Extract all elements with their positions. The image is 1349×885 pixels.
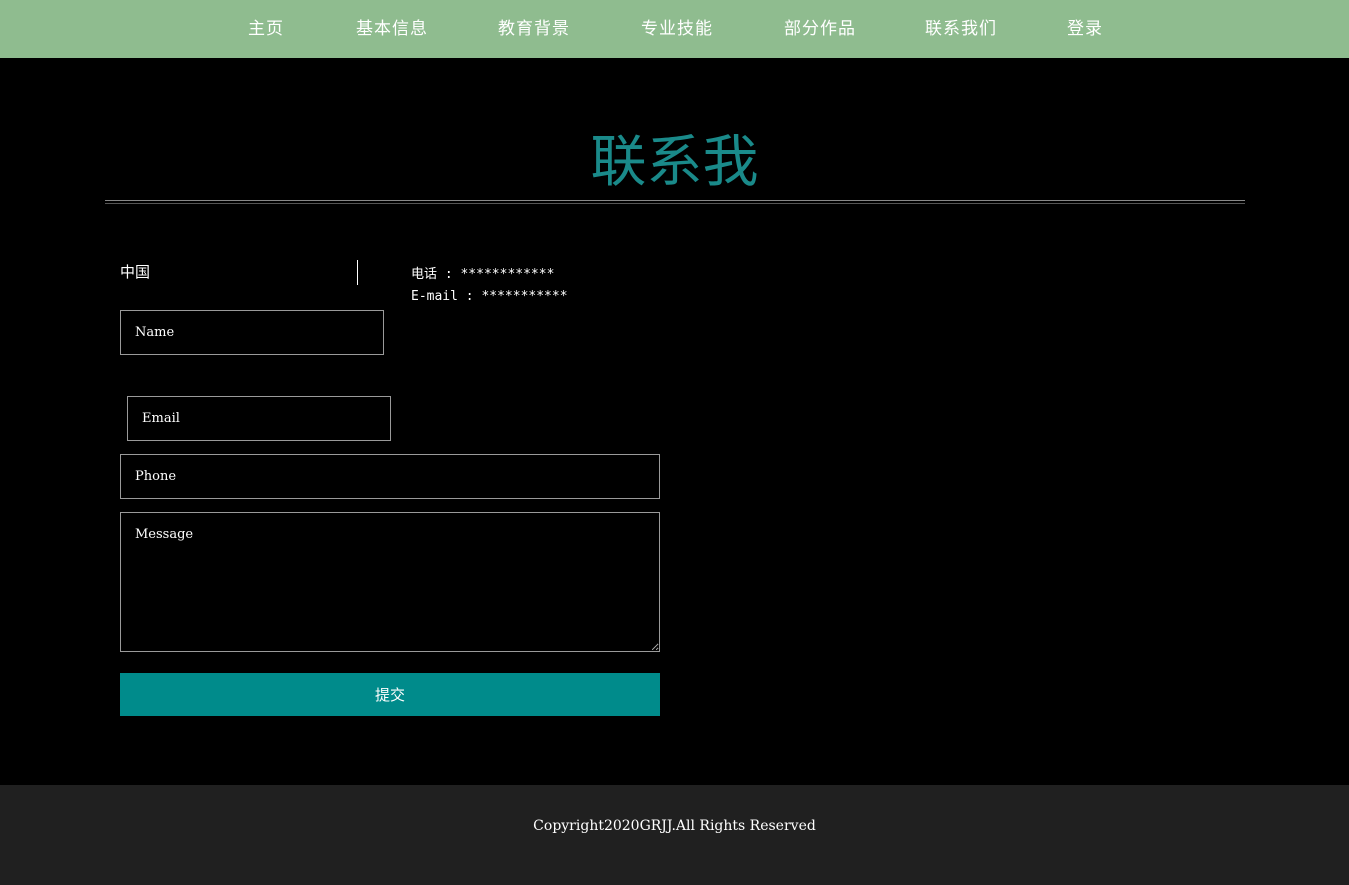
nav-item-login[interactable]: 登录 xyxy=(1067,0,1103,58)
nav-item-home[interactable]: 主页 xyxy=(248,0,284,58)
name-input[interactable] xyxy=(120,310,384,355)
address-text: 中国 xyxy=(120,263,151,281)
email-text: E-mail : *********** xyxy=(411,289,568,304)
nav-item-works[interactable]: 部分作品 xyxy=(784,0,856,58)
phone-text: 电话 : ************ xyxy=(411,267,555,282)
top-navbar: 主页 基本信息 教育背景 专业技能 部分作品 联系我们 登录 xyxy=(0,0,1349,58)
title-divider xyxy=(105,200,1245,204)
contact-divider xyxy=(357,260,358,285)
main-content: 联系我 中国 电话 : ************ E-mail : ******… xyxy=(0,58,1349,785)
submit-button[interactable]: 提交 xyxy=(120,673,660,716)
nav-item-basic-info[interactable]: 基本信息 xyxy=(356,0,428,58)
nav-item-education[interactable]: 教育背景 xyxy=(498,0,570,58)
phone-input[interactable] xyxy=(120,454,660,499)
footer: Copyright2020GRJJ.All Rights Reserved xyxy=(0,785,1349,885)
copyright-text: Copyright2020GRJJ.All Rights Reserved xyxy=(533,818,816,834)
nav-item-contact[interactable]: 联系我们 xyxy=(925,0,997,58)
email-input[interactable] xyxy=(127,396,391,441)
message-textarea[interactable] xyxy=(120,512,660,652)
nav-item-skills[interactable]: 专业技能 xyxy=(641,0,713,58)
page-title: 联系我 xyxy=(590,130,759,195)
